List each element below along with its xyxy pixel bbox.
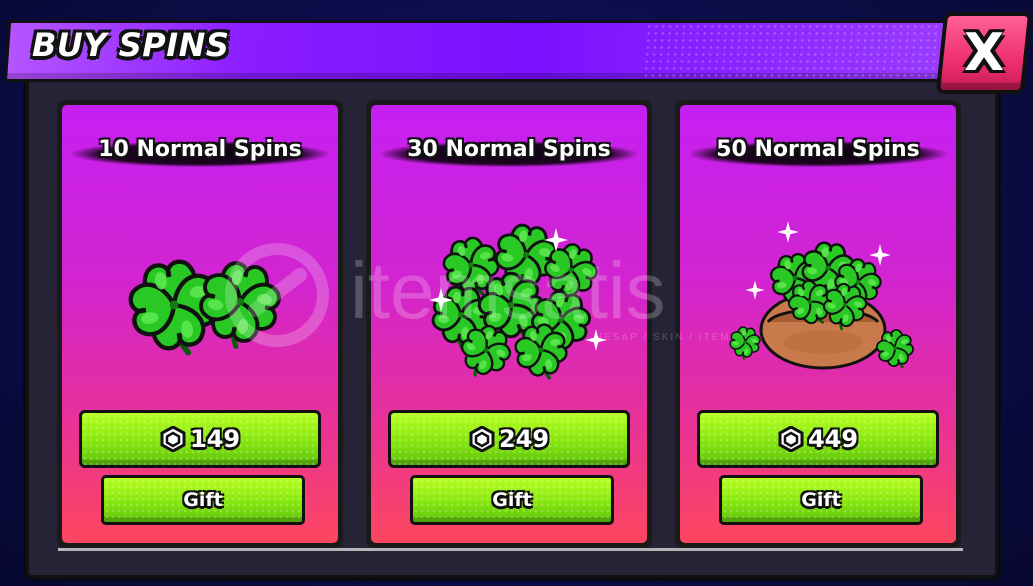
product-card-3: 50 Normal Spins 449 Gift [675,100,961,548]
close-button[interactable]: X [935,12,1033,94]
robux-icon [469,426,495,452]
product-card-1: 10 Normal Spins 149 Gift [57,100,343,548]
robux-icon [160,426,186,452]
close-icon: X [963,23,1005,83]
buy-button[interactable]: 249 [388,410,630,468]
two-clovers-icon [92,210,318,385]
clover-sack-icon [726,221,936,385]
product-title: 30 Normal Spins [407,137,611,162]
gift-button[interactable]: Gift [101,475,305,525]
product-title: 50 Normal Spins [716,137,920,162]
gift-label: Gift [492,489,532,511]
price-label: 149 [189,425,241,453]
price-label: 449 [807,425,859,453]
robux-icon [778,426,804,452]
clover-pile-icon [401,210,607,385]
gift-button[interactable]: Gift [410,475,614,525]
product-title: 10 Normal Spins [98,137,302,162]
shelf-divider [58,548,963,551]
gift-label: Gift [801,489,841,511]
product-card-2: 30 Normal Spins 249 Gift [366,100,652,548]
price-label: 249 [498,425,550,453]
buy-button[interactable]: 149 [79,410,321,468]
window-title: BUY SPINS [32,26,230,64]
gift-button[interactable]: Gift [719,475,923,525]
gift-label: Gift [183,489,223,511]
buy-button[interactable]: 449 [697,410,939,468]
